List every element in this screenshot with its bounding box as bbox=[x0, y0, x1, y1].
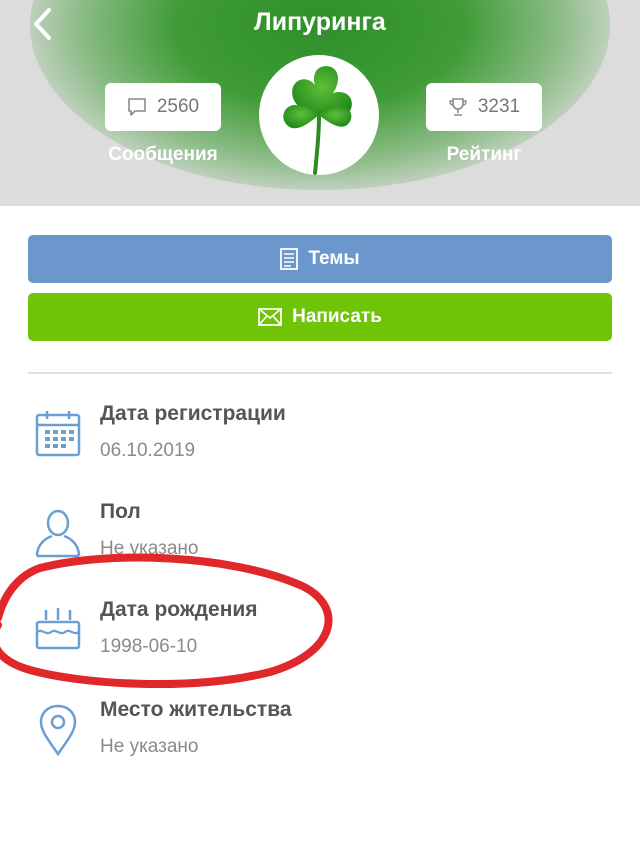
messages-count-button[interactable]: 2560 bbox=[105, 83, 221, 131]
page-title: Липуринга bbox=[254, 8, 386, 36]
clover-icon bbox=[283, 66, 352, 175]
birth-date-value: 1998-06-10 bbox=[100, 636, 198, 657]
envelope-icon bbox=[258, 308, 282, 326]
residence-value: Не указано bbox=[100, 736, 199, 757]
birth-date-label: Дата рождения bbox=[100, 598, 258, 621]
trophy-icon bbox=[449, 98, 467, 116]
residence-item: Место жительства Не указано bbox=[0, 698, 640, 778]
topics-button[interactable]: Темы bbox=[28, 235, 612, 283]
calendar-icon bbox=[35, 411, 81, 457]
rating-count-button[interactable]: 3231 bbox=[426, 83, 542, 131]
profile-header: Липуринга 2560 Сообщения 3231 Рейтинг bbox=[0, 0, 640, 206]
location-pin-icon bbox=[39, 704, 77, 756]
registration-date-value: 06.10.2019 bbox=[100, 440, 196, 461]
messages-label: Сообщения bbox=[108, 144, 218, 165]
residence-label: Место жительства bbox=[100, 698, 292, 721]
cake-icon bbox=[35, 608, 81, 650]
message-icon bbox=[128, 98, 146, 116]
topics-button-label: Темы bbox=[308, 248, 360, 269]
rating-label: Рейтинг bbox=[446, 144, 522, 165]
registration-date-item: Дата регистрации 06.10.2019 bbox=[0, 402, 640, 482]
rating-count: 3231 bbox=[477, 96, 521, 117]
registration-date-label: Дата регистрации bbox=[100, 402, 286, 425]
messages-count: 2560 bbox=[156, 96, 200, 117]
birth-date-item: Дата рождения 1998-06-10 bbox=[0, 598, 640, 678]
gender-label: Пол bbox=[100, 500, 141, 523]
gender-value: Не указано bbox=[100, 538, 199, 559]
document-list-icon bbox=[280, 248, 299, 270]
avatar bbox=[259, 55, 379, 175]
write-message-button[interactable]: Написать bbox=[28, 293, 612, 341]
gender-item: Пол Не указано bbox=[0, 500, 640, 580]
person-icon bbox=[35, 509, 81, 558]
section-divider bbox=[28, 372, 612, 374]
write-button-label: Написать bbox=[292, 306, 382, 327]
